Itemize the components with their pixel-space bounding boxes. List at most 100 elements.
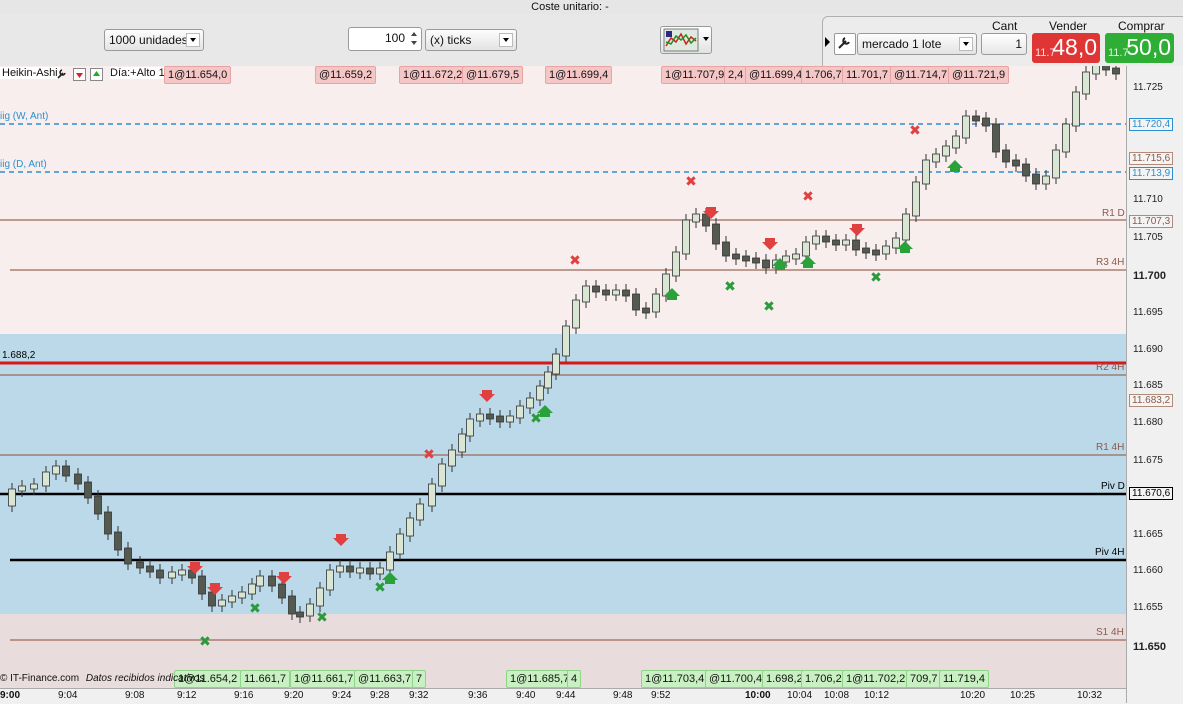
level-label-piv-d: Piv D	[1101, 481, 1125, 492]
signal-x-icon: ✖	[724, 279, 736, 295]
candle	[366, 567, 374, 575]
candle	[8, 488, 16, 507]
trade-panel: mercado 1 lote Cant Vender Comprar 1 11.…	[822, 16, 1183, 68]
time-tick: 9:36	[468, 690, 488, 701]
candle	[506, 415, 514, 423]
time-tick: 9:08	[125, 690, 145, 701]
window-title-bar: Coste unitario: -	[0, 0, 1183, 15]
time-tick: 9:04	[58, 690, 78, 701]
candle	[1092, 66, 1100, 75]
ticks-stepper[interactable]: 100	[348, 27, 422, 51]
indicator-button[interactable]	[660, 26, 712, 54]
candle	[892, 237, 900, 249]
wrench-icon[interactable]	[56, 68, 68, 80]
axis-tick: 11.700	[1133, 270, 1167, 282]
stepper-arrows-icon[interactable]	[409, 31, 419, 47]
candle	[762, 259, 770, 269]
candle	[922, 159, 930, 185]
candle	[672, 251, 680, 277]
candle	[872, 249, 880, 256]
level-label-r3-4h: R3 4H	[1096, 257, 1125, 268]
signal-x-icon: ✖	[763, 299, 775, 315]
time-tick: 10:25	[1010, 690, 1036, 701]
candle	[602, 289, 610, 296]
trade-tag: 1@11.672,2	[399, 66, 467, 84]
sell-header: Vender	[1049, 19, 1088, 33]
sell-button[interactable]: 11.7 48,0	[1032, 33, 1100, 63]
candle	[218, 599, 226, 607]
candle	[1072, 91, 1080, 127]
candle	[932, 153, 940, 163]
candle	[1012, 159, 1020, 167]
time-tick: 10:04	[787, 690, 813, 701]
candle	[1062, 123, 1070, 153]
chevron-down-icon[interactable]	[499, 33, 513, 47]
trade-tag: 11.661,7	[240, 670, 291, 688]
candle	[396, 533, 404, 555]
candle	[842, 239, 850, 246]
signal-x-icon: ✖	[199, 634, 211, 650]
time-tick: 9:40	[516, 690, 536, 701]
wrench-button[interactable]	[834, 33, 856, 55]
time-tick: 9:32	[409, 690, 429, 701]
price-chart[interactable]: ✖ ✖ ✖ ✖ ✖ ✖ ✖ ✖ ✖ ✖ ✖ ✖ ✖ Heikin-Ashi Día:+Alto 11.7…	[0, 66, 1126, 688]
axis-box: 11.715,6	[1129, 152, 1174, 165]
candle	[238, 591, 246, 599]
time-axis[interactable]: 9:00 9:04 9:08 9:12 9:16 9:20 9:24 9:28 …	[0, 688, 1126, 704]
candle	[42, 471, 50, 487]
candle	[812, 235, 820, 245]
window-title: Coste unitario: -	[531, 1, 609, 13]
price-axis[interactable]: 11.725 11.720,4 11.715,6 11.713,9 11.710…	[1126, 66, 1183, 703]
signal-x-icon: ✖	[870, 270, 882, 286]
buy-header: Comprar	[1118, 19, 1165, 33]
chevron-down-icon[interactable]	[703, 37, 709, 41]
units-select[interactable]: 1000 unidades	[104, 29, 204, 51]
candle	[306, 603, 314, 617]
arrow-up-icon[interactable]	[90, 68, 103, 81]
candle	[336, 565, 344, 573]
wrench-icon	[838, 37, 850, 49]
candle	[1052, 149, 1060, 179]
trade-tag: 1@11.685,7	[506, 670, 574, 688]
trade-tag: @11.699,4	[745, 66, 807, 84]
candle	[792, 253, 800, 260]
time-tick: 10:20	[960, 690, 986, 701]
candle	[74, 473, 82, 485]
candle	[1042, 175, 1050, 185]
time-tick: 10:00	[745, 690, 771, 701]
candle	[952, 135, 960, 149]
qty-input[interactable]: 1	[981, 33, 1027, 55]
candle	[982, 117, 990, 127]
trade-tag: @11.679,5	[462, 66, 524, 84]
signal-x-icon: ✖	[249, 601, 261, 617]
candle	[562, 325, 570, 357]
chevron-down-icon[interactable]	[186, 33, 200, 47]
candle	[962, 115, 970, 139]
axis-tick: 11.710	[1133, 194, 1163, 205]
candle	[178, 569, 186, 576]
chevron-right-icon[interactable]	[825, 37, 830, 47]
arrow-down-icon[interactable]	[73, 68, 86, 81]
candle	[802, 241, 810, 257]
trade-tag: 2,4	[724, 66, 748, 84]
chevron-down-icon[interactable]	[959, 37, 973, 51]
candle	[124, 547, 132, 565]
axis-box-piv-d: 11.670,6	[1129, 487, 1174, 500]
ticks-unit-label: (x) ticks	[430, 33, 472, 47]
time-tick: 9:28	[370, 690, 390, 701]
order-type-select[interactable]: mercado 1 lote	[857, 33, 977, 55]
axis-tick: 11.660	[1133, 565, 1163, 576]
axis-box-mig-w: 11.720,4	[1129, 118, 1174, 131]
candle	[652, 293, 660, 313]
axis-tick: 11.650	[1133, 641, 1167, 653]
candle	[1112, 67, 1120, 75]
level-label-mig-w: iig (W, Ant)	[0, 111, 49, 122]
copyright: © IT-Finance.com	[0, 673, 80, 684]
level-label-r1-4h: R1 4H	[1096, 442, 1125, 453]
ticks-unit-select[interactable]: (x) ticks	[425, 29, 517, 51]
buy-button[interactable]: 11.7 50,0	[1105, 33, 1174, 63]
candle	[428, 483, 436, 507]
units-select-label: 1000 unidades	[109, 33, 188, 47]
candle	[52, 465, 60, 475]
candle	[902, 213, 910, 241]
